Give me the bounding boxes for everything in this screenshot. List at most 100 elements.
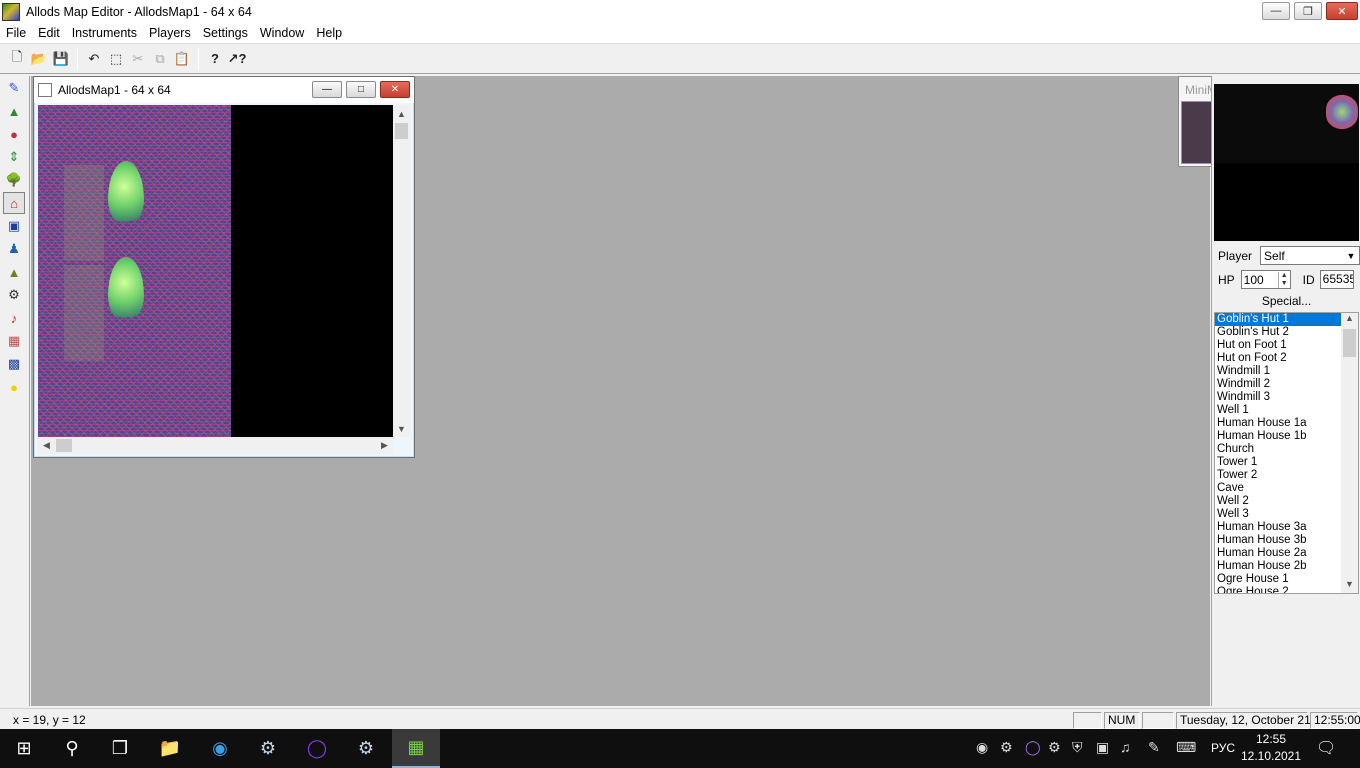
scroll-down-icon[interactable]: ▼ bbox=[1341, 579, 1358, 593]
scroll-thumb[interactable] bbox=[1343, 329, 1356, 357]
list-item[interactable]: Ogre House 2 bbox=[1215, 586, 1343, 593]
horizontal-scrollbar[interactable]: ◀ ▶ bbox=[38, 437, 393, 454]
undo-icon[interactable]: ↶ bbox=[83, 48, 105, 70]
list-scrollbar[interactable]: ▲ ▼ bbox=[1341, 313, 1358, 593]
list-item[interactable]: Human House 2b bbox=[1215, 560, 1343, 573]
id-field[interactable]: 65535 bbox=[1319, 270, 1354, 289]
tree-object[interactable] bbox=[108, 257, 144, 321]
allods-editor-icon[interactable]: ▦ bbox=[392, 729, 440, 768]
child-close-button[interactable]: ✕ bbox=[380, 81, 410, 98]
list-item[interactable]: Goblin's Hut 1 bbox=[1215, 313, 1343, 326]
vertical-scrollbar[interactable]: ▲ ▼ bbox=[393, 105, 410, 437]
minimap-viewport[interactable] bbox=[1181, 101, 1213, 164]
task-view-icon[interactable]: ❐ bbox=[96, 729, 144, 768]
edge-icon[interactable]: ◉ bbox=[196, 729, 244, 768]
select-icon[interactable]: ⬚ bbox=[105, 48, 127, 70]
tree-object[interactable] bbox=[108, 161, 144, 225]
scroll-right-icon[interactable]: ▶ bbox=[376, 440, 393, 451]
child-minimize-button[interactable]: — bbox=[312, 81, 342, 98]
object-list[interactable]: Goblin's Hut 1 Goblin's Hut 2 Hut on Foot … bbox=[1214, 312, 1359, 594]
steam-tray-icon-2[interactable]: ⚙ bbox=[1048, 739, 1061, 756]
taskbar-clock[interactable]: 12:55 12.10.2021 bbox=[1236, 731, 1306, 765]
height-icon[interactable]: ⇕ bbox=[3, 146, 25, 168]
menu-settings[interactable]: Settings bbox=[197, 26, 254, 40]
list-item[interactable]: Ogre House 1 bbox=[1215, 573, 1343, 586]
start-icon[interactable]: ⊞ bbox=[0, 729, 48, 768]
scroll-thumb[interactable] bbox=[56, 439, 72, 452]
list-item[interactable]: Human House 1a bbox=[1215, 417, 1343, 430]
house-icon[interactable]: ⌂ bbox=[3, 192, 25, 214]
grid-icon[interactable]: ▦ bbox=[3, 330, 25, 352]
list-item[interactable]: Hut on Foot 2 bbox=[1215, 352, 1343, 365]
steam-icon[interactable]: ⚙ bbox=[342, 729, 390, 768]
list-item[interactable]: Church bbox=[1215, 443, 1343, 456]
pencil-icon[interactable]: ✎ bbox=[3, 77, 25, 99]
restore-button[interactable]: ❐ bbox=[1294, 2, 1322, 20]
list-item[interactable]: Human House 2a bbox=[1215, 547, 1343, 560]
list-item[interactable]: Human House 3b bbox=[1215, 534, 1343, 547]
file-explorer-icon[interactable]: 📁 bbox=[146, 729, 194, 768]
open-icon[interactable]: 📂 bbox=[28, 48, 50, 70]
terrain-area[interactable] bbox=[38, 105, 231, 437]
copy-icon[interactable]: ⧉ bbox=[149, 48, 171, 70]
ring-tray-icon[interactable]: ◯ bbox=[1025, 739, 1041, 756]
new-icon[interactable]: 🗋 bbox=[6, 48, 28, 70]
steam-icon[interactable]: ⚙ bbox=[244, 729, 292, 768]
scroll-up-icon[interactable]: ▲ bbox=[393, 105, 410, 122]
sound-icon[interactable]: ♪ bbox=[3, 307, 25, 329]
paste-icon[interactable]: 📋 bbox=[171, 48, 193, 70]
list-item[interactable]: Well 1 bbox=[1215, 404, 1343, 417]
map-canvas[interactable] bbox=[38, 105, 393, 437]
list-item[interactable]: Tower 1 bbox=[1215, 456, 1343, 469]
help-icon[interactable]: ? bbox=[204, 48, 226, 70]
scroll-down-icon[interactable]: ▼ bbox=[393, 420, 410, 437]
notification-icon[interactable]: 🗨 bbox=[1316, 738, 1336, 758]
network-icon[interactable]: ▣ bbox=[1096, 739, 1109, 756]
list-item[interactable]: Goblin's Hut 2 bbox=[1215, 326, 1343, 339]
keyboard-icon[interactable]: ⌨ bbox=[1176, 739, 1196, 756]
list-item[interactable]: Well 2 bbox=[1215, 495, 1343, 508]
unit-icon[interactable]: ♟ bbox=[3, 238, 25, 260]
player-select[interactable]: Self ▼ bbox=[1260, 246, 1360, 265]
ball-icon[interactable]: ● bbox=[3, 123, 25, 145]
dots-icon[interactable]: ▩ bbox=[3, 353, 25, 375]
search-icon[interactable]: ⚲ bbox=[48, 729, 96, 768]
item-icon[interactable]: ▣ bbox=[3, 215, 25, 237]
steam-tray-icon[interactable]: ⚙ bbox=[1000, 739, 1013, 756]
tree-icon[interactable]: 🌳 bbox=[3, 169, 25, 191]
special-button[interactable]: Special... bbox=[1214, 294, 1359, 310]
bag-icon[interactable]: ▲ bbox=[3, 261, 25, 283]
minimize-button[interactable]: — bbox=[1262, 2, 1290, 20]
menu-window[interactable]: Window bbox=[254, 26, 310, 40]
menu-instruments[interactable]: Instruments bbox=[66, 26, 143, 40]
child-maximize-button[interactable]: □ bbox=[346, 81, 376, 98]
volume-icon[interactable]: ♫ bbox=[1120, 739, 1131, 755]
ring-app-icon[interactable]: ◯ bbox=[293, 729, 341, 768]
context-help-icon[interactable]: ↗? bbox=[226, 48, 248, 70]
list-item[interactable]: Cave bbox=[1215, 482, 1343, 495]
menu-help[interactable]: Help bbox=[310, 26, 348, 40]
scroll-thumb[interactable] bbox=[395, 123, 408, 139]
chevron-down-icon[interactable]: ▼ bbox=[1343, 247, 1359, 264]
shield-icon[interactable]: ⛨ bbox=[1072, 739, 1083, 756]
list-item[interactable]: Tower 2 bbox=[1215, 469, 1343, 482]
cut-icon[interactable]: ✂ bbox=[127, 48, 149, 70]
list-item[interactable]: Windmill 3 bbox=[1215, 391, 1343, 404]
language-indicator[interactable]: РУС bbox=[1211, 741, 1235, 755]
close-button[interactable]: ✕ bbox=[1326, 2, 1358, 20]
menu-edit[interactable]: Edit bbox=[32, 26, 66, 40]
menu-file[interactable]: File bbox=[0, 26, 32, 40]
list-item[interactable]: Well 3 bbox=[1215, 508, 1343, 521]
monster-icon[interactable]: ⚙ bbox=[3, 284, 25, 306]
list-item[interactable]: Windmill 2 bbox=[1215, 378, 1343, 391]
spin-arrows-icon[interactable]: ▲ ▼ bbox=[1277, 271, 1290, 288]
scroll-up-icon[interactable]: ▲ bbox=[1341, 313, 1358, 327]
terrain-icon[interactable]: ▲ bbox=[3, 100, 25, 122]
save-icon[interactable]: 💾 bbox=[50, 48, 72, 70]
menu-players[interactable]: Players bbox=[143, 26, 197, 40]
sun-icon[interactable]: ● bbox=[3, 376, 25, 398]
list-item[interactable]: Human House 3a bbox=[1215, 521, 1343, 534]
pen-icon[interactable]: ✎ bbox=[1148, 739, 1160, 756]
discord-icon[interactable]: ◉ bbox=[976, 739, 988, 756]
list-item[interactable]: Human House 1b bbox=[1215, 430, 1343, 443]
